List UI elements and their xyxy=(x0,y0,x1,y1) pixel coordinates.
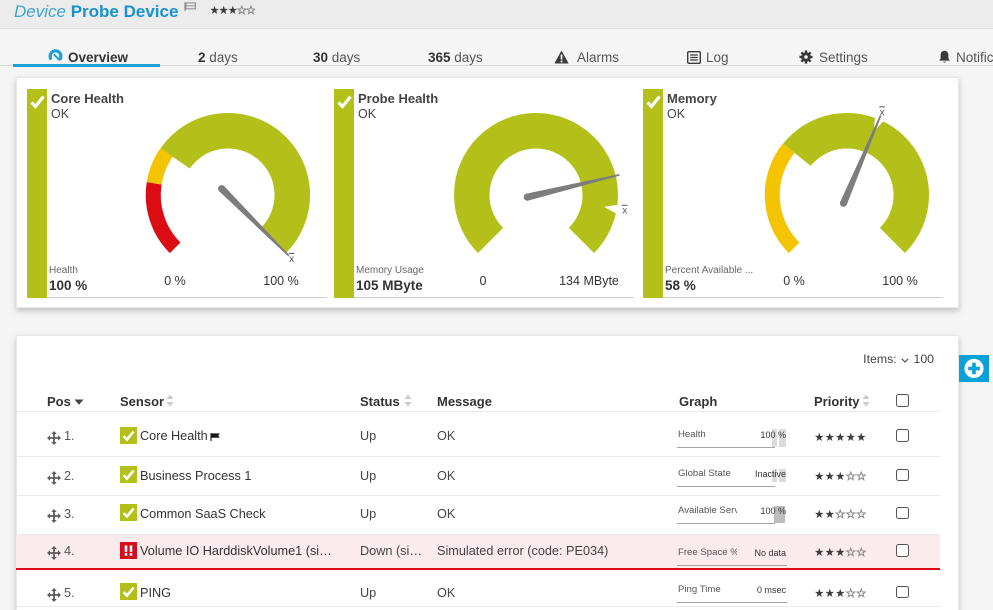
svg-text:x: x xyxy=(289,254,294,265)
svg-text:x: x xyxy=(880,107,885,118)
svg-text:x: x xyxy=(622,206,627,217)
